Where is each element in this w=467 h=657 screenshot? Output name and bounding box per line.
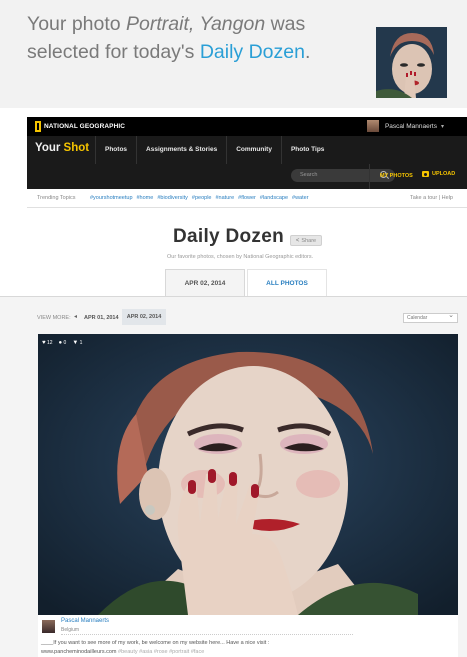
caption-website[interactable]: www.pancheminodailleurs.com	[41, 649, 117, 655]
tour-help-links[interactable]: Take a tour | Help	[410, 195, 453, 201]
trending-tag[interactable]: #landscape	[260, 195, 288, 201]
page-subtitle: Our favorite photos, chosen by National …	[167, 254, 314, 260]
upload-label: UPLOAD	[432, 171, 456, 177]
share-label: Share	[301, 237, 317, 244]
photo-card: ♥ 12 ● 0 ▼ 1 Pascal Mannaerts Belgium __…	[38, 334, 458, 657]
comment-icon: ●	[58, 340, 63, 346]
share-button[interactable]: < Share	[290, 235, 322, 246]
nav-community[interactable]: Community	[226, 136, 281, 164]
trending-tags: #yourshotmeetup #home #biodiversity #peo…	[90, 195, 313, 201]
author-location: Belgium	[61, 627, 80, 633]
site-topbar: NATIONAL GEOGRAPHIC Pascal Mannaerts ▾	[27, 117, 467, 136]
pins-count: 1	[79, 340, 83, 346]
natgeo-rectangle-icon	[35, 121, 41, 132]
daily-dozen-link[interactable]: Daily Dozen	[200, 41, 305, 63]
tab-date[interactable]: APR 02, 2014	[165, 269, 245, 297]
author-name[interactable]: Pascal Mannaerts	[61, 618, 109, 624]
trending-tag[interactable]: #yourshotmeetup	[90, 195, 133, 201]
your-shot-brand[interactable]: Your Shot	[35, 142, 89, 154]
headline-prefix: Your photo	[27, 13, 127, 35]
nav-photo-tips[interactable]: Photo Tips	[280, 136, 333, 164]
natgeo-logo-text: NATIONAL GEOGRAPHIC	[44, 123, 126, 130]
caption-tags[interactable]: #beauty #asia #rose #portrait #face	[118, 649, 204, 655]
user-name: Pascal Mannaerts	[384, 122, 437, 130]
trending-tag[interactable]: #flower	[238, 195, 256, 201]
my-photos-link[interactable]: MY PHOTOS	[380, 173, 413, 179]
trending-tag[interactable]: #home	[137, 195, 154, 201]
user-menu[interactable]: Pascal Mannaerts ▾	[366, 120, 444, 132]
chevron-down-icon: ▾	[440, 123, 444, 130]
trending-tag[interactable]: #water	[292, 195, 309, 201]
brand-shot: Shot	[63, 142, 90, 154]
prev-date-link[interactable]: APR 01, 2014	[84, 315, 119, 321]
heart-icon: ♥	[42, 340, 46, 346]
current-date[interactable]: APR 02, 2014	[122, 309, 166, 325]
nav-assignments[interactable]: Assignments & Stories	[136, 136, 226, 164]
share-icon: <	[295, 237, 300, 244]
nav-links: Photos Assignments & Stories Community P…	[95, 136, 333, 164]
featured-photo[interactable]: ♥ 12 ● 0 ▼ 1	[38, 334, 458, 615]
email-header: Your photo Portrait, Yangon was selected…	[0, 0, 467, 108]
caption-divider	[61, 634, 353, 635]
chevron-left-icon[interactable]: ◂	[74, 313, 77, 320]
likes-count: 12	[46, 340, 53, 346]
user-avatar	[366, 120, 379, 132]
author-avatar[interactable]	[42, 620, 55, 633]
trending-tag[interactable]: #nature	[215, 195, 234, 201]
tab-all-photos[interactable]: ALL PHOTOS	[247, 269, 327, 297]
trending-tag[interactable]: #biodiversity	[157, 195, 188, 201]
photo-caption: ____If you want to see more of my work, …	[41, 639, 455, 657]
page-title: Daily Dozen	[173, 226, 284, 247]
photo-thumbnail[interactable]	[376, 27, 447, 98]
tabs-divider	[0, 296, 467, 297]
trending-bar: Trending Topics #yourshotmeetup #home #b…	[27, 189, 467, 208]
camera-icon	[422, 171, 429, 177]
nav-photos[interactable]: Photos	[95, 136, 136, 164]
likes-stat[interactable]: ♥ 12	[42, 340, 53, 346]
trending-tag[interactable]: #people	[192, 195, 212, 201]
brand-your: Your	[35, 142, 61, 154]
comments-count: 0	[63, 340, 67, 346]
trending-label: Trending Topics	[37, 195, 76, 201]
photo-stats: ♥ 12 ● 0 ▼ 1	[42, 338, 82, 348]
search-placeholder: Search	[300, 172, 318, 178]
site-nav: Your Shot Photos Assignments & Stories C…	[27, 136, 467, 189]
pins-stat[interactable]: ▼ 1	[72, 340, 82, 346]
comments-stat[interactable]: ● 0	[59, 340, 67, 346]
caption-text: ____If you want to see more of my work, …	[41, 640, 270, 646]
natgeo-logo[interactable]: NATIONAL GEOGRAPHIC	[35, 120, 125, 133]
email-headline: Your photo Portrait, Yangon was selected…	[27, 10, 357, 66]
view-more-label: VIEW MORE:	[37, 315, 71, 321]
calendar-select[interactable]: Calendar	[403, 311, 458, 323]
pin-icon: ▼	[72, 340, 79, 346]
headline-end: .	[304, 41, 311, 63]
photo-title: Portrait, Yangon	[126, 13, 266, 35]
upload-button[interactable]: UPLOAD	[422, 171, 455, 177]
nav-divider	[369, 164, 370, 189]
